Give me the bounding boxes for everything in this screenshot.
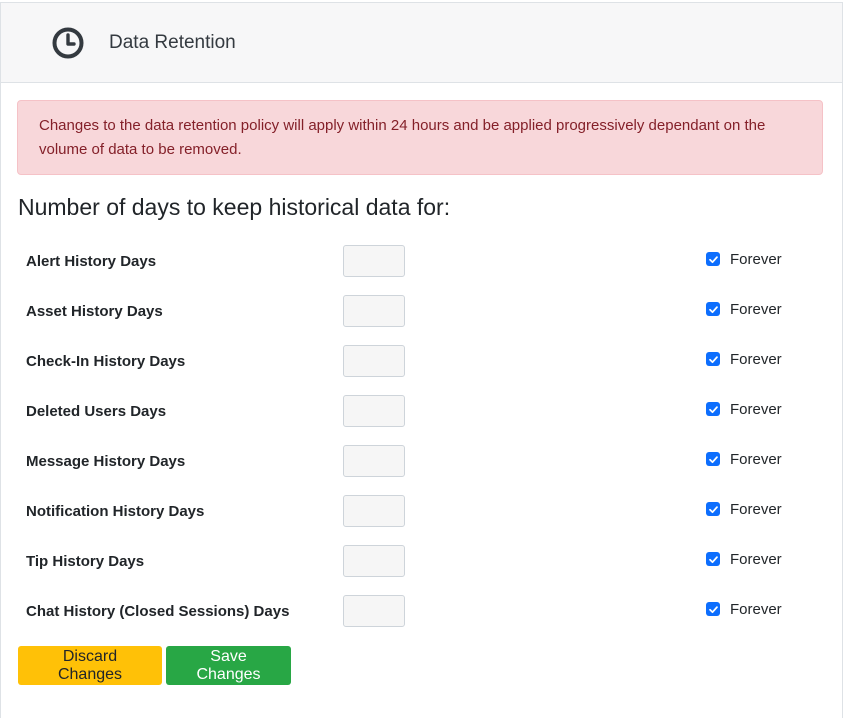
checkmark-icon xyxy=(708,455,718,463)
retention-row-label: Deleted Users Days xyxy=(26,403,167,420)
retention-days-input[interactable] xyxy=(343,595,405,627)
retention-settings-list: Alert History Days Forever Asset History D… xyxy=(0,238,843,638)
retention-days-input[interactable] xyxy=(343,445,405,477)
retention-row: Chat History (Closed Sessions) Days Forev… xyxy=(0,588,843,638)
forever-checkbox[interactable] xyxy=(706,452,720,466)
retention-row-label: Message History Days xyxy=(26,453,186,470)
forever-checkbox[interactable] xyxy=(706,402,720,416)
checkmark-icon xyxy=(708,605,718,613)
forever-checkbox[interactable] xyxy=(706,602,720,616)
forever-label: Forever xyxy=(730,401,782,418)
checkmark-icon xyxy=(708,405,718,413)
retention-days-input[interactable] xyxy=(343,395,405,427)
card-header: Data Retention xyxy=(1,3,842,83)
forever-label: Forever xyxy=(730,551,782,568)
checkmark-icon xyxy=(708,305,718,313)
forever-checkbox[interactable] xyxy=(706,252,720,266)
discard-changes-button[interactable]: Discard Changes xyxy=(18,646,162,685)
retention-row: Deleted Users Days Forever xyxy=(0,388,843,438)
checkmark-icon xyxy=(708,505,718,513)
retention-row: Asset History Days Forever xyxy=(0,288,843,338)
alert-text: Changes to the data retention policy wil… xyxy=(39,117,766,158)
retention-row-label: Notification History Days xyxy=(26,503,205,520)
forever-checkbox[interactable] xyxy=(706,302,720,316)
retention-row: Tip History Days Forever xyxy=(0,538,843,588)
forever-label: Forever xyxy=(730,251,782,268)
retention-row: Notification History Days Forever xyxy=(0,488,843,538)
retention-days-input[interactable] xyxy=(343,545,405,577)
retention-days-input[interactable] xyxy=(343,295,405,327)
checkmark-icon xyxy=(708,255,718,263)
clock-icon xyxy=(51,26,85,60)
save-changes-button[interactable]: Save Changes xyxy=(166,646,291,685)
retention-row-label: Alert History Days xyxy=(26,253,157,270)
checkmark-icon xyxy=(708,355,718,363)
retention-days-input[interactable] xyxy=(343,245,405,277)
retention-row-label: Check-In History Days xyxy=(26,353,186,370)
forever-checkbox[interactable] xyxy=(706,502,720,516)
retention-row: Message History Days Forever xyxy=(0,438,843,488)
retention-row: Alert History Days Forever xyxy=(0,238,843,288)
forever-checkbox[interactable] xyxy=(706,352,720,366)
retention-warning-alert: Changes to the data retention policy wil… xyxy=(17,100,823,175)
retention-row-label: Asset History Days xyxy=(26,303,163,320)
forever-checkbox[interactable] xyxy=(706,552,720,566)
forever-label: Forever xyxy=(730,451,782,468)
section-title: Number of days to keep historical data f… xyxy=(18,194,451,220)
forever-label: Forever xyxy=(730,501,782,518)
page-title: Data Retention xyxy=(109,31,236,53)
retention-row-label: Chat History (Closed Sessions) Days xyxy=(26,603,290,620)
retention-days-input[interactable] xyxy=(343,345,405,377)
retention-row: Check-In History Days Forever xyxy=(0,338,843,388)
retention-days-input[interactable] xyxy=(343,495,405,527)
forever-label: Forever xyxy=(730,351,782,368)
forever-label: Forever xyxy=(730,301,782,318)
retention-row-label: Tip History Days xyxy=(26,553,145,570)
forever-label: Forever xyxy=(730,601,782,618)
checkmark-icon xyxy=(708,555,718,563)
